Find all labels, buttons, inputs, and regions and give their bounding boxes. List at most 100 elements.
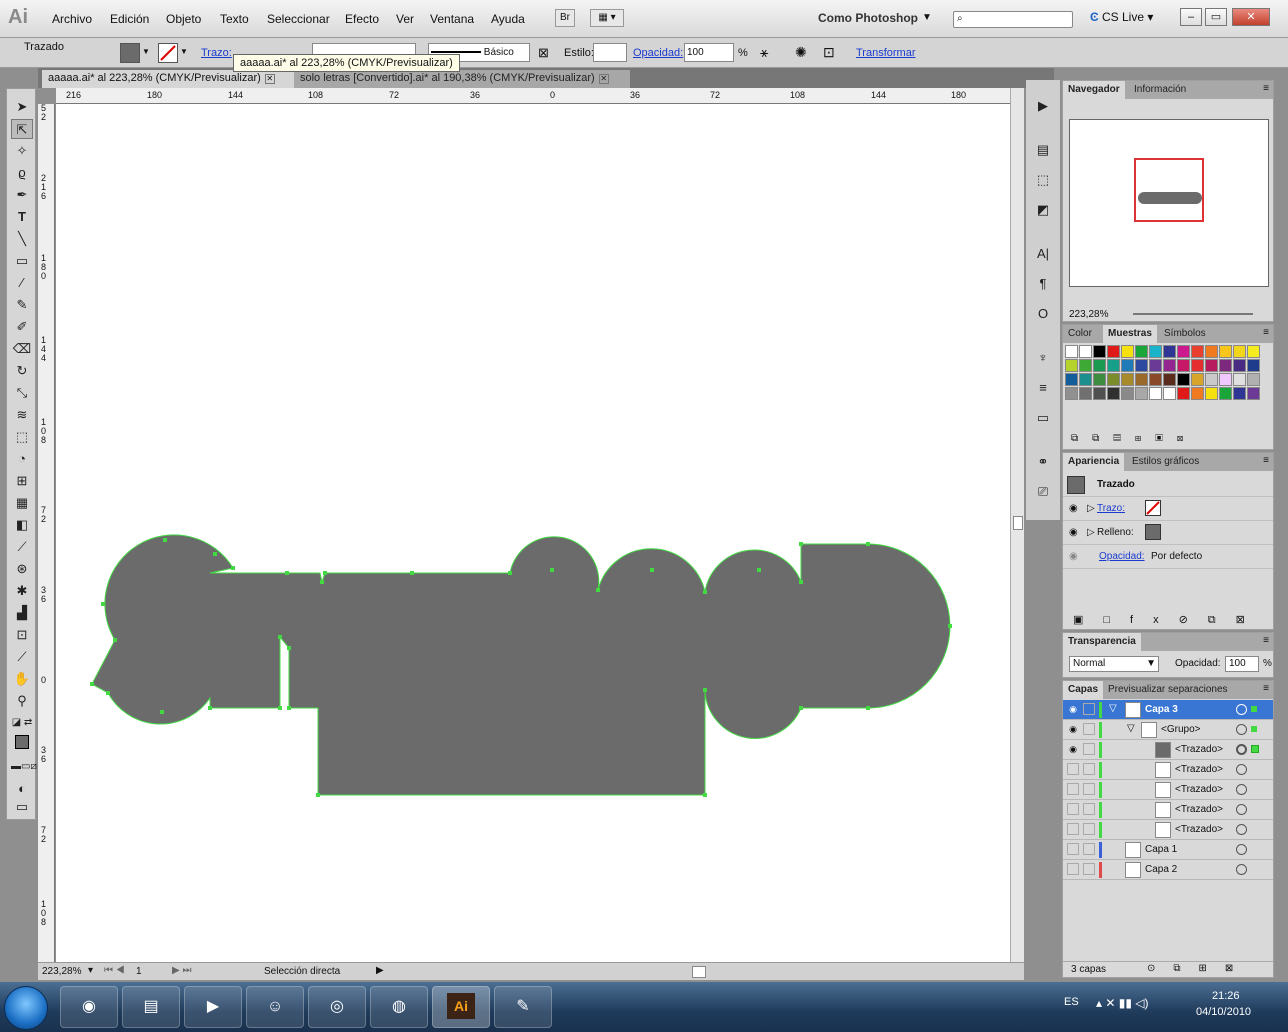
arrange-documents-button[interactable]: ▦ ▾ [590,9,624,27]
links-icon[interactable]: ⚭ [1032,452,1054,472]
navigator-view-box[interactable] [1134,158,1204,222]
navigator-preview[interactable] [1069,119,1269,287]
navigator-zoom[interactable]: 223,28% [1069,309,1108,320]
expand-icon[interactable]: ▷ [1087,527,1095,538]
target-icon[interactable] [1236,784,1247,795]
selection-indicator[interactable] [1251,706,1257,712]
swatch-chip[interactable] [1065,373,1078,386]
chevron-down-icon[interactable]: ▼ [922,12,932,23]
bridge-button[interactable]: Br [555,9,575,27]
menu-ver[interactable]: Ver [396,12,414,26]
color-mode-icon[interactable]: ▬▭⧄ [11,757,37,777]
appearance-opacity-row[interactable]: ◉ Opacidad: Por defecto [1063,545,1273,569]
panel-menu-icon[interactable]: ≡ [1263,455,1269,466]
horizontal-scroll-thumb[interactable] [692,966,706,978]
menu-seleccionar[interactable]: Seleccionar [267,12,330,26]
menu-ayuda[interactable]: Ayuda [491,12,525,26]
swatch-chip[interactable] [1177,387,1190,400]
menu-texto[interactable]: Texto [220,12,249,26]
lock-toggle[interactable] [1083,743,1095,755]
fill-swatch[interactable] [120,43,140,63]
selection-indicator[interactable] [1251,745,1259,753]
target-icon[interactable] [1236,744,1247,755]
explorer-task-icon[interactable]: ▤ [122,986,180,1028]
visibility-toggle[interactable] [1067,823,1079,835]
align-icon[interactable]: ⚹ [760,44,768,61]
swatch-chip[interactable] [1163,373,1176,386]
swatch-chip[interactable] [1247,387,1260,400]
lock-toggle[interactable] [1083,823,1095,835]
mesh-tool-icon[interactable]: ▦ [11,493,33,513]
pathfinder-icon[interactable]: ◩ [1032,200,1054,220]
layer-name[interactable]: Capa 2 [1145,864,1177,875]
messenger-task-icon[interactable]: ☺ [246,986,304,1028]
tab-estilos-graficos[interactable]: Estilos gráficos [1127,453,1204,471]
layer-row-grupo[interactable]: ◉ ▽ <Grupo> [1063,720,1273,740]
close-icon[interactable]: ✕ [598,74,609,84]
swatch-chip[interactable] [1247,373,1260,386]
cs-live-button[interactable]: Ͼ CS Live ▾ [1090,10,1153,24]
swatch-chip[interactable] [1135,387,1148,400]
layer-row-capa-3[interactable]: ◉ ▽ Capa 3 [1063,700,1273,720]
app-task-icon[interactable]: ◍ [370,986,428,1028]
stroke-link[interactable]: Trazo: [201,47,232,59]
swatch-chip[interactable] [1219,345,1232,358]
rectangle-tool-icon[interactable]: ▭ [11,251,33,271]
paint-task-icon[interactable]: ✎ [494,986,552,1028]
paragraph-icon[interactable]: ¶ [1032,274,1054,294]
tab-solo-letras[interactable]: solo letras [Convertido].ai* al 190,38% … [294,70,630,88]
swatch-chip[interactable] [1205,345,1218,358]
target-icon[interactable] [1236,804,1247,815]
tab-aaaaa[interactable]: aaaaa.ai* al 223,28% (CMYK/Previsualizar… [42,70,296,88]
layer-row-trazado[interactable]: ◉ <Trazado> [1063,740,1273,760]
swatch-chip[interactable] [1205,387,1218,400]
align-panel-icon[interactable]: ▤ [1032,140,1054,160]
panel-menu-icon[interactable]: ≡ [1263,635,1269,646]
warp-tool-icon[interactable]: ≋ [11,405,33,425]
swatch-chip[interactable] [1093,387,1106,400]
target-icon[interactable] [1236,724,1247,735]
swatch-chip[interactable] [1177,345,1190,358]
line-tool-icon[interactable]: ╲ [11,229,33,249]
swatch-chip[interactable] [1149,345,1162,358]
tab-capas[interactable]: Capas [1063,681,1104,699]
swatch-panel-buttons[interactable]: ⧉⧉▤⊞▣⊠ [1071,433,1197,444]
swatch-chip[interactable] [1121,359,1134,372]
lock-toggle[interactable] [1083,863,1095,875]
page-field[interactable]: 1 [136,966,142,977]
swatch-chip[interactable] [1191,387,1204,400]
swatch-chip[interactable] [1135,359,1148,372]
swatch-chip[interactable] [1079,387,1092,400]
swatch-chip[interactable] [1219,359,1232,372]
swatch-chip[interactable] [1247,345,1260,358]
image-trace-icon[interactable]: ⎚ [1032,482,1054,502]
visibility-toggle[interactable] [1067,843,1079,855]
recolor-icon[interactable]: ✺ [795,44,807,61]
fill-stroke-icon[interactable] [11,731,33,751]
swatch-chip[interactable] [1107,345,1120,358]
slice-tool-icon[interactable]: ⟋ [11,647,33,667]
chevron-down-icon[interactable]: ▼ [180,47,188,56]
swatch-chip[interactable] [1093,345,1106,358]
swatch-chip[interactable] [1065,359,1078,372]
stroke-link[interactable]: Trazo: [1097,503,1125,514]
swatch-chip[interactable] [1191,359,1204,372]
collapse-icon[interactable]: ▽ [1127,723,1135,734]
browser-task-icon[interactable]: ◎ [308,986,366,1028]
tab-apariencia[interactable]: Apariencia [1063,453,1125,471]
opacity-input[interactable]: 100 [1225,656,1259,672]
swatch-chip[interactable] [1149,387,1162,400]
swatch-chip[interactable] [1149,359,1162,372]
swatch-chip[interactable] [1121,373,1134,386]
minimize-button[interactable]: – [1180,8,1202,26]
brush-options-icon[interactable]: ⊠ [538,45,549,61]
swatch-chip[interactable] [1079,359,1092,372]
layer-row-trazado[interactable]: <Trazado> [1063,820,1273,840]
visibility-toggle[interactable] [1067,803,1079,815]
swatch-chip[interactable] [1093,373,1106,386]
panel-menu-icon[interactable]: ≡ [1263,683,1269,694]
start-button[interactable] [4,986,48,1030]
visibility-toggle[interactable] [1067,863,1079,875]
blend-mode-dropdown[interactable]: Normal ▼ [1069,656,1159,672]
swatch-chip[interactable] [1135,373,1148,386]
